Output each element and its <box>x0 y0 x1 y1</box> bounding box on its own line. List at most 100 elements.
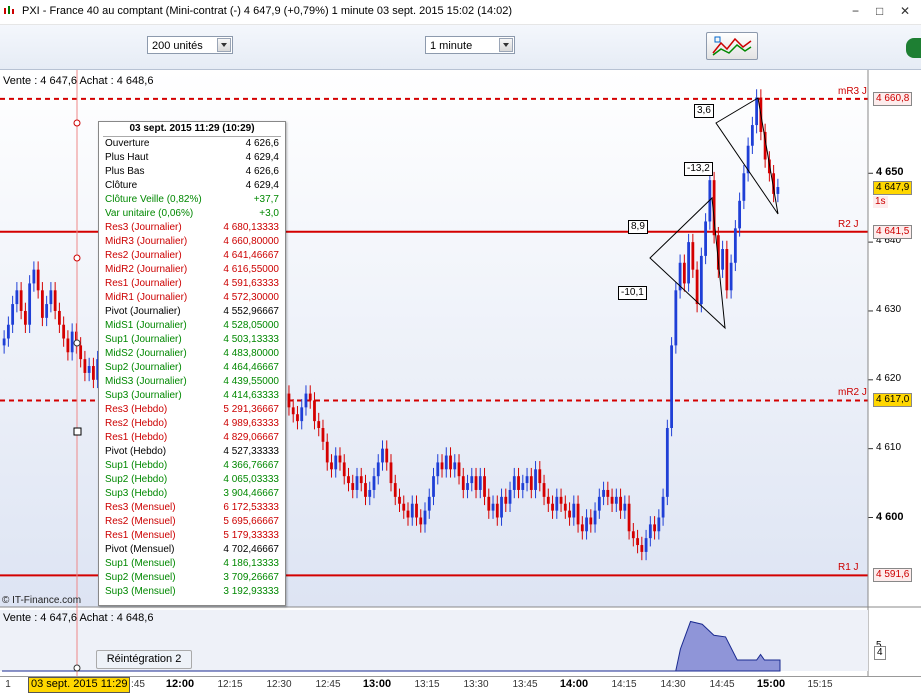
tooltip-row-value: 4 528,05000 <box>223 320 279 331</box>
tooltip-row-value: 4 527,33333 <box>223 446 279 457</box>
crosshair-marker <box>73 119 81 127</box>
candle-body <box>500 496 503 518</box>
candle-body <box>402 503 406 511</box>
tooltip-row: Sup1 (Mensuel) 4 186,13333 <box>99 557 285 571</box>
candle-body <box>372 476 376 490</box>
tooltip-row: Res3 (Mensuel) 6 172,53333 <box>99 501 285 515</box>
volume-bid-ask-info: Vente : 4 647,6 Achat : 4 648,6 <box>3 612 154 624</box>
candle-body <box>495 503 499 518</box>
tooltip-row-value: 4 626,6 <box>245 166 279 177</box>
tooltip-row: Res3 (Hebdo) 5 291,36667 <box>99 403 285 417</box>
candle-body <box>321 428 325 442</box>
candle-body <box>6 324 10 339</box>
x-tick-label: 14:00 <box>559 678 589 690</box>
tooltip-row: Sup1 (Hebdo) 4 366,76667 <box>99 459 285 473</box>
candle-body <box>23 310 27 325</box>
candle-body <box>576 503 580 525</box>
tooltip-row-label: Sup2 (Mensuel) <box>105 572 176 583</box>
toolbar: 200 unités 1 minute <box>0 25 921 70</box>
side-panel-toggle[interactable] <box>906 38 921 58</box>
x-tick-label: 13:00 <box>362 678 392 690</box>
chart-tools-button[interactable] <box>706 32 758 60</box>
tooltip-row: Sup1 (Journalier) 4 503,13333 <box>99 333 285 347</box>
tooltip-row-value: 4 702,46667 <box>223 544 279 555</box>
pivot-level-tag: 4 617,0 <box>873 393 913 408</box>
candle-body <box>529 476 533 490</box>
tooltip-row: Res2 (Mensuel) 5 695,66667 <box>99 515 285 529</box>
candle-body <box>657 517 661 532</box>
candle-body <box>636 538 639 546</box>
tooltip-row-label: Clôture <box>105 180 138 191</box>
tooltip-row-value: 4 680,13333 <box>223 222 279 233</box>
volume-last-tag: 4 <box>874 646 886 660</box>
x-tick-label: 14:45 <box>709 679 735 690</box>
candle-body <box>589 517 593 525</box>
candle-body <box>449 455 452 470</box>
candle-body <box>368 489 372 497</box>
reintegration-button[interactable]: Réintégration 2 <box>96 650 192 669</box>
tooltip-row: Res1 (Hebdo) 4 829,06667 <box>99 431 285 445</box>
annotation-label[interactable]: -10,1 <box>618 286 647 300</box>
pivot-level-name: mR2 J <box>838 387 867 399</box>
y-tick-label: 4 620 <box>876 372 902 384</box>
tooltip-row-value: 4 552,96667 <box>223 306 279 317</box>
x-tick-label: 1 <box>5 679 11 690</box>
tooltip-row: Clôture 4 629,4 <box>99 179 285 193</box>
tooltip-row-label: Sup1 (Mensuel) <box>105 558 176 569</box>
period-select[interactable]: 1 minute <box>425 36 515 54</box>
tooltip-row-value: 4 464,46667 <box>223 362 279 373</box>
tooltip-row-value: 4 414,63333 <box>223 390 279 401</box>
close-button[interactable]: ✕ <box>900 4 910 18</box>
candle-body <box>92 366 95 380</box>
tooltip-row-value: 4 629,4 <box>245 152 279 163</box>
candle-body <box>699 255 703 305</box>
tooltip-row-label: Var unitaire (0,06%) <box>105 208 194 219</box>
tooltip-row-label: Res3 (Mensuel) <box>105 502 176 513</box>
x-tick-label: 12:15 <box>217 679 243 690</box>
annotation-label[interactable]: 8,9 <box>628 220 648 234</box>
candle-body <box>355 476 359 490</box>
maximize-button[interactable]: □ <box>876 4 883 18</box>
candle-body <box>725 249 729 291</box>
tooltip-row: Res2 (Journalier) 4 641,46667 <box>99 249 285 263</box>
candle-body <box>419 517 423 525</box>
tooltip-title: 03 sept. 2015 11:29 (10:29) <box>103 122 281 137</box>
tooltip-row-value: +3,0 <box>259 208 279 219</box>
tooltip-row-value: +37,7 <box>253 194 279 205</box>
candle-body <box>627 503 631 532</box>
chevron-down-icon[interactable] <box>217 38 231 52</box>
chevron-down-icon[interactable] <box>499 38 513 52</box>
tooltip-row-label: Pivot (Mensuel) <box>105 544 175 555</box>
candle-body <box>87 366 91 373</box>
candle-body <box>733 228 737 263</box>
units-select[interactable]: 200 unités <box>147 36 233 54</box>
candle-body <box>338 455 342 463</box>
tooltip-row-label: Plus Bas <box>105 166 145 177</box>
candle-body <box>597 496 601 511</box>
candle-timer: 1s <box>873 195 888 208</box>
tooltip-row-label: Sup1 (Hebdo) <box>105 460 168 471</box>
tooltip-row-label: MidR2 (Journalier) <box>105 264 188 275</box>
candle-body <box>381 448 384 463</box>
tooltip-row: Pivot (Hebdo) 4 527,33333 <box>99 445 285 459</box>
candle-body <box>53 290 57 311</box>
candle-body <box>555 496 559 511</box>
candle-body <box>36 269 40 291</box>
crosshair-marker <box>73 254 81 262</box>
candle-body <box>325 441 329 463</box>
annotation-label[interactable]: -13,2 <box>684 162 713 176</box>
candle-body <box>593 510 597 525</box>
tooltip-row: Sup3 (Mensuel) 3 192,93333 <box>99 585 285 599</box>
candle-body <box>738 200 742 229</box>
tooltip-row-value: 4 989,63333 <box>223 418 279 429</box>
minimize-button[interactable]: − <box>852 4 859 18</box>
candle-body <box>559 496 563 504</box>
tooltip-row-label: Sup3 (Hebdo) <box>105 488 168 499</box>
tooltip-row: MidS2 (Journalier) 4 483,80000 <box>99 347 285 361</box>
tooltip-row: Clôture Veille (0,82%) +37,7 <box>99 193 285 207</box>
annotation-label[interactable]: 3,6 <box>694 104 714 118</box>
candle-body <box>406 510 410 518</box>
tooltip-row: MidR2 (Journalier) 4 616,55000 <box>99 263 285 277</box>
crosshair-marker <box>73 339 81 347</box>
candle-body <box>521 483 525 490</box>
